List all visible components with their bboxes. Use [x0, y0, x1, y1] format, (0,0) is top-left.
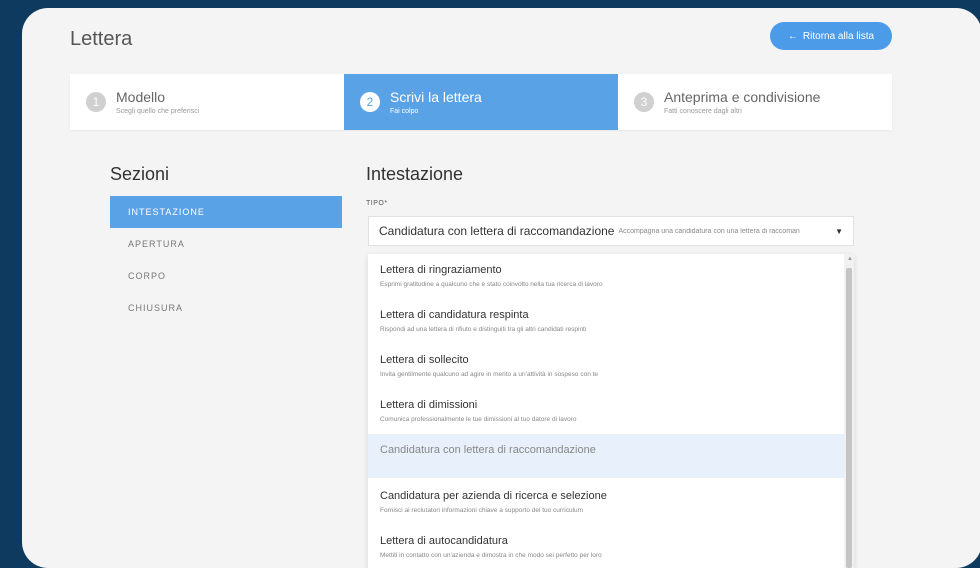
caret-down-icon: ▼ — [835, 226, 843, 236]
stepper: 1 Modello Scegli quello che preferisci 2… — [70, 74, 892, 130]
step-subtitle: Scegli quello che preferisci — [116, 108, 200, 115]
sidebar-title: Sezioni — [110, 164, 170, 184]
option-label: Lettera di ringraziamento — [380, 264, 502, 276]
option-description: Rispondi ad una lettera di rifiuto e dis… — [380, 326, 587, 333]
step-anteprima[interactable]: 3 Anteprima e condivisione Fatti conosce… — [618, 74, 892, 130]
sidebar-item-apertura[interactable]: APERTURA — [110, 228, 342, 260]
step-number-icon: 1 — [86, 92, 106, 112]
option-label: Lettera di sollecito — [380, 354, 469, 366]
option-description: Esprimi gratitudine a qualcuno che è sta… — [380, 281, 603, 288]
dropdown-option[interactable]: Lettera di ringraziamento Esprimi gratit… — [368, 254, 854, 299]
dropdown-option[interactable]: Lettera di candidatura respinta Rispondi… — [368, 299, 854, 344]
dropdown-scrollbar[interactable]: ▲ — [844, 254, 854, 568]
step-title: Anteprima e condivisione — [664, 89, 821, 105]
step-scrivi-la-lettera[interactable]: 2 Scrivi la lettera Fai colpo — [344, 74, 618, 130]
tipo-dropdown-list: Lettera di ringraziamento Esprimi gratit… — [368, 254, 854, 568]
option-label: Lettera di dimissioni — [380, 399, 478, 411]
page-title: Lettera — [70, 28, 133, 50]
back-to-list-label: Ritorna alla lista — [802, 30, 875, 42]
dropdown-option[interactable]: Lettera di sollecito Invita gentilmente … — [368, 344, 854, 389]
sidebar-item-chiusura[interactable]: CHIUSURA — [110, 292, 342, 324]
dropdown-option[interactable]: Lettera di dimissioni Comunica professio… — [368, 389, 854, 434]
step-title: Scrivi la lettera — [390, 89, 482, 105]
dropdown-option[interactable]: Lettera di autocandidatura Mettiti in co… — [368, 525, 854, 568]
option-description: Fornisci ai reclutatori informazioni chi… — [380, 507, 584, 514]
option-description: Invita gentilmente qualcuno ad agire in … — [380, 371, 599, 378]
option-label: Candidatura per azienda di ricerca e sel… — [380, 490, 607, 502]
scroll-up-icon[interactable]: ▲ — [847, 256, 853, 262]
select-value: Candidatura con lettera di raccomandazio… — [379, 224, 615, 238]
sidebar-nav: INTESTAZIONE APERTURA CORPO CHIUSURA — [110, 196, 342, 324]
dropdown-option-selected[interactable]: Candidatura con lettera di raccomandazio… — [368, 434, 854, 478]
tipo-field-label: TIPO* — [366, 200, 388, 207]
main-card: Lettera ← Ritorna alla lista 1 Modello S… — [22, 8, 980, 568]
option-label: Lettera di candidatura respinta — [380, 309, 529, 321]
step-subtitle: Fai colpo — [390, 108, 419, 115]
tipo-select[interactable]: Candidatura con lettera di raccomandazio… — [368, 216, 854, 246]
step-subtitle: Fatti conoscere dagli altri — [664, 108, 742, 115]
step-number-icon: 3 — [634, 92, 654, 112]
arrow-left-icon: ← — [787, 30, 798, 42]
step-modello[interactable]: 1 Modello Scegli quello che preferisci — [70, 74, 344, 130]
select-description: Accompagna una candidatura con una lette… — [618, 227, 800, 235]
option-description: Comunica professionalmente le tue dimiss… — [380, 416, 577, 423]
step-number-icon: 2 — [360, 92, 380, 112]
sidebar-item-corpo[interactable]: CORPO — [110, 260, 342, 292]
scroll-thumb[interactable] — [846, 268, 852, 568]
section-title: Intestazione — [366, 164, 464, 184]
sidebar-item-intestazione[interactable]: INTESTAZIONE — [110, 196, 342, 228]
back-to-list-button[interactable]: ← Ritorna alla lista — [770, 22, 892, 50]
step-title: Modello — [116, 89, 166, 105]
dropdown-option[interactable]: Candidatura per azienda di ricerca e sel… — [368, 480, 854, 525]
option-label: Candidatura con lettera di raccomandazio… — [380, 444, 596, 456]
option-label: Lettera di autocandidatura — [380, 535, 508, 547]
